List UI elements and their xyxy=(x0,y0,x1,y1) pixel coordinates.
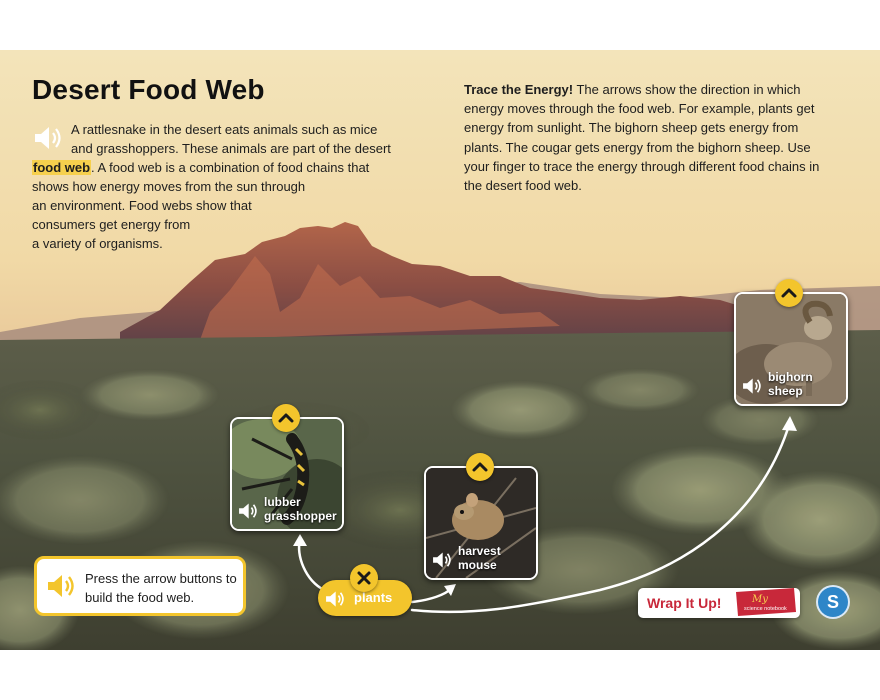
organism-label: lubber grasshopper xyxy=(264,495,337,523)
organism-label: bighorn sheep xyxy=(768,370,813,398)
wrap-it-up-label: Wrap It Up! xyxy=(647,595,722,611)
instruction-box: Press the arrow buttons to build the foo… xyxy=(34,556,246,616)
speaker-icon[interactable] xyxy=(741,376,763,396)
intro-line: shows how energy moves from the sun thro… xyxy=(32,179,306,194)
food-web-panel: Desert Food Web A rattlesnake in the des… xyxy=(0,50,880,650)
expand-arrow-button-grasshopper[interactable] xyxy=(272,404,300,432)
trace-body: The arrows show the direction in which e… xyxy=(464,82,820,194)
intro-line: and grasshoppers. These animals are part… xyxy=(71,141,391,156)
notebook-my-text: My xyxy=(751,594,768,605)
s-badge-button[interactable]: S xyxy=(818,587,848,617)
page-title: Desert Food Web xyxy=(32,74,265,105)
expand-arrow-button-sheep[interactable] xyxy=(775,279,803,307)
trace-heading: Trace the Energy! xyxy=(464,82,574,97)
organism-card-harvest-mouse[interactable]: harvest mouse xyxy=(424,466,538,580)
intro-line: an environment. Food webs show that xyxy=(32,198,252,213)
chevron-up-icon xyxy=(781,288,797,298)
intro-line: consumers get energy from xyxy=(32,217,191,232)
intro-line: A rattlesnake in the desert eats animals… xyxy=(71,122,378,137)
intro-line: a variety of organisms. xyxy=(32,236,163,251)
organism-card-bighorn-sheep[interactable]: bighorn sheep xyxy=(734,292,848,406)
chevron-up-icon xyxy=(278,413,294,423)
instruction-text: Press the arrow buttons to build the foo… xyxy=(85,571,237,605)
organism-card-lubber-grasshopper[interactable]: lubber grasshopper xyxy=(230,417,344,531)
intro-line: food web. A food web is a combination of… xyxy=(32,160,370,175)
glossary-term-food-web[interactable]: food web xyxy=(32,160,92,175)
expand-arrow-button-mouse[interactable] xyxy=(466,453,494,481)
plants-label: plants xyxy=(354,590,393,605)
trace-the-energy-text: Trace the Energy! The arrows show the di… xyxy=(464,80,836,195)
science-notebook-icon: My science notebook xyxy=(736,588,796,616)
close-icon xyxy=(357,571,371,585)
speaker-icon[interactable] xyxy=(431,550,453,570)
organism-label: harvest mouse xyxy=(458,544,501,572)
speaker-icon[interactable] xyxy=(32,124,64,152)
speaker-icon[interactable] xyxy=(324,589,346,609)
collapse-button-plants[interactable] xyxy=(350,564,378,592)
notebook-label-text: science notebook xyxy=(744,606,787,612)
speaker-icon[interactable] xyxy=(45,572,77,600)
wrap-it-up-button[interactable]: Wrap It Up! My science notebook xyxy=(638,588,800,618)
chevron-up-icon xyxy=(472,462,488,472)
speaker-icon[interactable] xyxy=(237,501,259,521)
